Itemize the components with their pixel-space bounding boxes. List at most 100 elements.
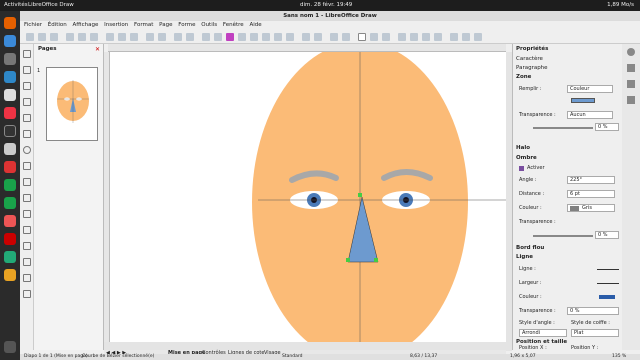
undo-icon[interactable] <box>146 33 154 41</box>
section-ombre[interactable]: Ombre <box>516 155 537 161</box>
print-icon[interactable] <box>90 33 98 41</box>
terminal-icon[interactable] <box>4 125 16 137</box>
flip-icon[interactable] <box>462 33 470 41</box>
calendar-icon[interactable] <box>4 89 16 101</box>
app-red-icon[interactable] <box>4 215 16 227</box>
firefox-icon[interactable] <box>4 17 16 29</box>
redo-icon[interactable] <box>158 33 166 41</box>
paste-icon[interactable] <box>130 33 138 41</box>
export-icon[interactable] <box>66 33 74 41</box>
pdf-icon[interactable] <box>78 33 86 41</box>
editor-icon[interactable] <box>4 143 16 155</box>
properties-deck-icon[interactable] <box>627 48 635 56</box>
app-darkred-icon[interactable] <box>4 233 16 245</box>
menu-forme[interactable]: Forme <box>178 21 195 30</box>
app-menu[interactable]: LibreOffice Draw <box>28 2 74 8</box>
horizontal-ruler[interactable] <box>108 44 506 52</box>
fill-color-swatch[interactable] <box>571 98 595 103</box>
distance-field[interactable]: 6 pt <box>567 190 615 198</box>
chart-icon[interactable] <box>262 33 270 41</box>
system-tray[interactable]: 1,89 Mo/s <box>607 2 634 8</box>
menu-fichier[interactable]: Fichier <box>24 21 42 30</box>
save-icon[interactable] <box>50 33 58 41</box>
fontwork-icon[interactable] <box>226 33 234 41</box>
activities-button[interactable]: Activités <box>4 2 28 8</box>
cut-icon[interactable] <box>106 33 114 41</box>
flowchart-icon[interactable] <box>23 242 31 250</box>
clock[interactable]: dim. 28 févr. 19:49 <box>300 2 352 8</box>
section-halo[interactable]: Halo <box>516 145 530 151</box>
special-char-icon[interactable] <box>274 33 282 41</box>
text-icon[interactable] <box>214 33 222 41</box>
line-width-preview[interactable] <box>597 283 619 284</box>
activer-checkbox[interactable] <box>519 166 524 171</box>
fill-color-icon[interactable] <box>23 98 31 106</box>
navigator-deck-icon[interactable] <box>627 96 635 104</box>
menu-edition[interactable]: Édition <box>48 21 67 30</box>
3d-objects-icon[interactable] <box>23 290 31 298</box>
glue-icon[interactable] <box>382 33 390 41</box>
section-ligne[interactable]: Ligne <box>516 254 533 260</box>
arrange-icon[interactable] <box>422 33 430 41</box>
rotate-icon[interactable] <box>398 33 406 41</box>
menu-outils[interactable]: Outils <box>201 21 217 30</box>
ombre-transparence-slider[interactable] <box>533 235 593 237</box>
image-icon[interactable] <box>250 33 258 41</box>
line-style-preview[interactable] <box>597 269 619 270</box>
status-zoom[interactable]: 135 % <box>612 354 626 359</box>
section-bord-flou[interactable]: Bord flou <box>516 245 544 251</box>
helplines-icon[interactable] <box>186 33 194 41</box>
transparence-select[interactable]: Aucun <box>567 111 613 119</box>
open-icon[interactable] <box>38 33 46 41</box>
transparence-slider[interactable] <box>533 127 593 129</box>
align-icon[interactable] <box>410 33 418 41</box>
basic-shapes-icon[interactable] <box>23 194 31 202</box>
remplir-select[interactable]: Couleur <box>567 85 613 93</box>
filezilla-icon[interactable] <box>4 161 16 173</box>
thunderbird-icon[interactable] <box>4 35 16 47</box>
connector-tool-icon[interactable] <box>23 178 31 186</box>
menu-affichage[interactable]: Affichage <box>73 21 99 30</box>
drawing-canvas[interactable] <box>110 52 506 351</box>
rectangle-tool-icon[interactable] <box>23 130 31 138</box>
menu-format[interactable]: Format <box>134 21 153 30</box>
crop-icon[interactable] <box>342 33 350 41</box>
styles-deck-icon[interactable] <box>627 64 635 72</box>
area-icon[interactable] <box>314 33 322 41</box>
menu-insertion[interactable]: Insertion <box>104 21 128 30</box>
text-tool-icon[interactable] <box>23 82 31 90</box>
copy-icon[interactable] <box>118 33 126 41</box>
files-icon[interactable] <box>4 53 16 65</box>
app-teal-icon[interactable] <box>4 251 16 263</box>
select-icon[interactable] <box>358 33 366 41</box>
arrows-icon[interactable] <box>23 226 31 234</box>
new-icon[interactable] <box>26 33 34 41</box>
group-icon[interactable] <box>450 33 458 41</box>
gallery-deck-icon[interactable] <box>627 80 635 88</box>
ligne-transparence-field[interactable]: 0 % <box>567 307 619 315</box>
draw-icon[interactable] <box>4 269 16 281</box>
calc-icon[interactable] <box>4 179 16 191</box>
menu-aide[interactable]: Aide <box>249 21 261 30</box>
style-coiffe-select[interactable]: Plat <box>571 329 619 337</box>
section-caractere[interactable]: Caractère <box>516 56 543 62</box>
app-green-icon[interactable] <box>4 197 16 209</box>
table-icon[interactable] <box>238 33 246 41</box>
writer-icon[interactable] <box>4 71 16 83</box>
3d-icon[interactable] <box>474 33 482 41</box>
angle-select[interactable]: 225° <box>567 176 615 184</box>
symbol-shapes-icon[interactable] <box>23 210 31 218</box>
close-icon[interactable]: ✕ <box>95 46 100 53</box>
line-color-swatch[interactable] <box>599 295 615 299</box>
line-style-icon[interactable] <box>302 33 310 41</box>
stars-icon[interactable] <box>23 274 31 282</box>
ellipse-tool-icon[interactable] <box>23 146 31 154</box>
ombre-transparence-field[interactable]: 0 % <box>595 231 619 239</box>
grid-icon[interactable] <box>174 33 182 41</box>
select-tool-icon[interactable] <box>23 50 31 58</box>
points-icon[interactable] <box>370 33 378 41</box>
help-icon[interactable] <box>4 107 16 119</box>
transparence-pct-field[interactable]: 0 % <box>595 123 619 131</box>
section-zone[interactable]: Zone <box>516 74 531 80</box>
zoom-tool-icon[interactable] <box>23 66 31 74</box>
